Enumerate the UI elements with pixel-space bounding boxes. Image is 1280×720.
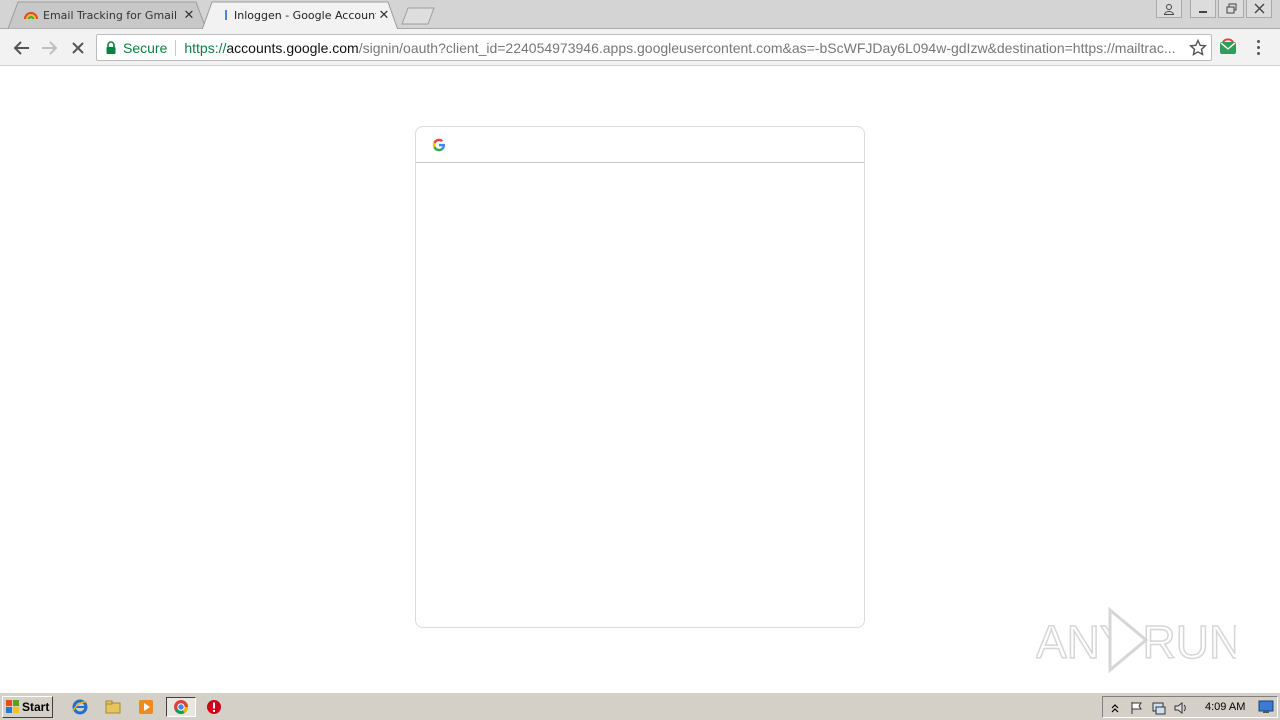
more-options-icon[interactable] <box>1250 38 1266 56</box>
internet-explorer-icon[interactable] <box>69 697 91 717</box>
arrow-left-icon <box>13 41 29 55</box>
signin-card <box>415 126 865 628</box>
media-player-icon[interactable] <box>135 697 157 717</box>
bookmark-star-icon[interactable] <box>1189 39 1207 57</box>
tab-inloggen[interactable]: Inloggen - Google Accounts ✕ <box>202 1 398 29</box>
google-g-icon <box>432 138 445 151</box>
divider <box>175 39 177 56</box>
start-button[interactable]: Start <box>2 696 53 718</box>
start-label: Start <box>22 700 50 714</box>
show-desktop-icon[interactable] <box>1258 700 1274 714</box>
taskbar-clock[interactable]: 4:09 AM <box>1205 701 1245 713</box>
url-text[interactable]: https://accounts.google.com/signin/oauth… <box>184 40 1184 56</box>
browser-toolbar: Secure https://accounts.google.com/signi… <box>0 29 1280 66</box>
tab-title: Inloggen - Google Accounts <box>234 8 376 22</box>
tab-email-tracking[interactable]: Email Tracking for Gmail - Ma ✕ <box>8 1 206 29</box>
stop-sign-icon[interactable] <box>203 697 225 717</box>
window-close-icon[interactable] <box>1246 0 1272 18</box>
stop-button[interactable] <box>66 36 90 60</box>
browser-title-bar: Email Tracking for Gmail - Ma ✕ Inloggen… <box>0 0 1280 29</box>
close-icon[interactable]: ✕ <box>376 7 392 23</box>
tab-title: Email Tracking for Gmail - Ma <box>43 8 177 22</box>
file-explorer-icon[interactable] <box>102 697 124 717</box>
minimize-icon[interactable] <box>1190 0 1216 18</box>
url-path: /signin/oauth?client_id=224054973946.app… <box>358 39 1176 56</box>
show-hidden-icons-icon[interactable] <box>1107 700 1123 716</box>
back-button[interactable] <box>10 36 34 60</box>
mailtrack-extension-icon[interactable] <box>1219 38 1237 56</box>
stop-icon <box>72 42 84 54</box>
restore-icon[interactable] <box>1218 0 1244 18</box>
windows-taskbar: Start 4:09 AM <box>0 692 1280 720</box>
url-scheme: https:// <box>184 39 227 56</box>
close-icon[interactable]: ✕ <box>181 7 197 23</box>
new-tab-button[interactable] <box>400 7 436 25</box>
action-center-flag-icon[interactable] <box>1129 700 1145 716</box>
forward-button[interactable] <box>37 36 61 60</box>
chrome-taskbar-icon[interactable] <box>166 697 196 717</box>
lock-icon <box>106 40 116 54</box>
address-bar[interactable]: Secure https://accounts.google.com/signi… <box>96 34 1212 61</box>
rainbow-icon <box>24 12 38 20</box>
anyrun-watermark: ANY RUN <box>1036 606 1236 674</box>
network-icon[interactable] <box>1151 700 1167 716</box>
user-icon[interactable] <box>1156 0 1182 18</box>
window-controls <box>1156 0 1272 20</box>
url-host: accounts.google.com <box>226 39 359 56</box>
system-tray: 4:09 AM <box>1102 696 1278 718</box>
signin-card-header <box>416 127 864 163</box>
windows-logo-icon <box>6 700 19 713</box>
volume-icon[interactable] <box>1173 700 1189 716</box>
loading-icon <box>225 10 227 20</box>
arrow-right-icon <box>42 41 58 55</box>
security-label: Secure <box>123 39 168 56</box>
